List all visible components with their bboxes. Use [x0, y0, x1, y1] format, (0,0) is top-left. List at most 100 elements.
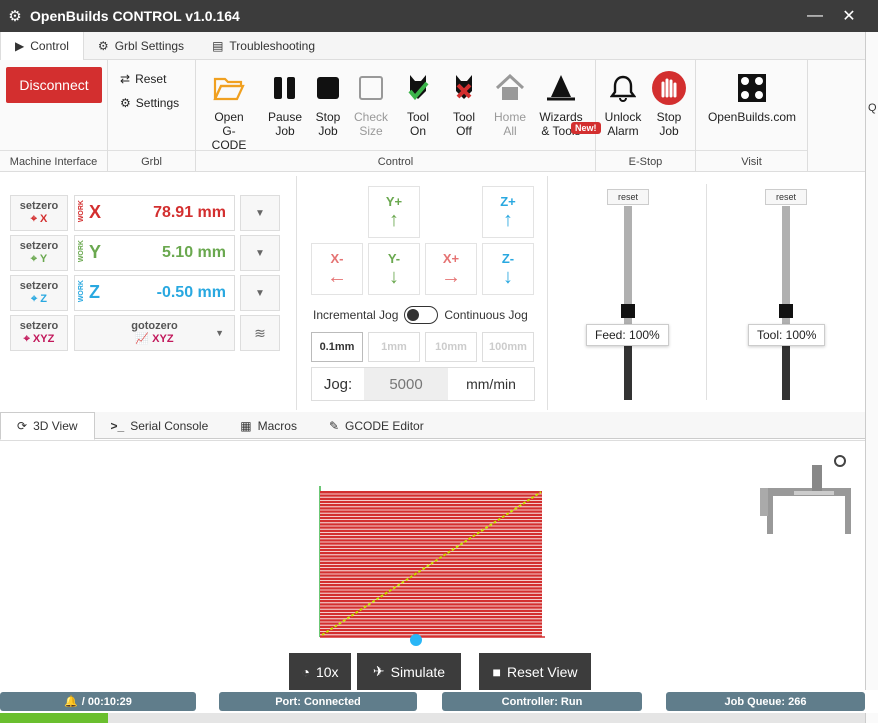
setzero-xyz-button[interactable]: setzero ⌖ XYZ — [10, 315, 68, 351]
side-panel-edge: Q — [865, 32, 878, 723]
tab-serial-console[interactable]: >_ Serial Console — [95, 412, 225, 439]
jog-label: Z- — [501, 251, 515, 266]
setzero-label: setzero — [19, 320, 59, 332]
document-icon: ▤ — [212, 39, 224, 53]
caret-down-icon: ▼ — [215, 328, 224, 338]
xyz-label: XYZ — [152, 333, 174, 345]
jog-yminus-button[interactable]: Y- ↓ — [368, 243, 420, 295]
caret-down-icon: ▼ — [255, 207, 265, 219]
setzero-z-button[interactable]: setzero ⌖ Z — [10, 275, 68, 311]
arrow-left-icon: ← — [327, 266, 347, 288]
pause-icon — [262, 70, 308, 106]
gotozero-button[interactable]: gotozero 📈 XYZ ▼ — [74, 315, 235, 351]
toolpath-canvas — [319, 486, 545, 646]
crosshair-icon: ⌖ — [23, 333, 30, 345]
layers-icon: ≋ — [254, 324, 266, 341]
disconnect-button[interactable]: Disconnect — [6, 67, 102, 103]
tool-on-icon — [395, 70, 441, 106]
group-label: Grbl — [108, 150, 195, 172]
tab-macros[interactable]: ▦ Macros — [224, 412, 313, 439]
z-value: -0.50 mm — [156, 284, 226, 301]
check-size-button[interactable]: Check Size — [348, 70, 394, 138]
jog-xminus-button[interactable]: X- ← — [311, 243, 363, 295]
group-visit: OpenBuilds.com Visit — [696, 60, 808, 172]
button-label: Open G-CODE — [211, 110, 247, 152]
tab-label: Serial Console — [130, 418, 209, 433]
reset-button[interactable]: ⇄ Reset — [120, 72, 166, 86]
folder-open-icon — [206, 70, 252, 106]
button-label: Stop Job — [656, 110, 682, 138]
group-control: Open G-CODE Pause Job Stop Job Check Siz… — [196, 60, 596, 172]
axis-letter: Y — [39, 253, 48, 265]
setzero-x-button[interactable]: setzero ⌖ X — [10, 195, 68, 231]
pause-job-button[interactable]: Pause Job — [262, 70, 308, 138]
setzero-label: setzero — [19, 280, 59, 292]
jog-zplus-button[interactable]: Z+ ↑ — [482, 186, 534, 238]
button-label: Unlock Alarm — [604, 110, 642, 138]
reset-view-button[interactable]: ■ Reset View — [479, 653, 591, 690]
swap-icon: ⇄ — [120, 72, 131, 86]
axis-letter: X — [39, 213, 48, 225]
view-tabs: ⟳ 3D View >_ Serial Console ▦ Macros ✎ GCODE… — [0, 412, 865, 440]
caret-down-icon: ▼ — [255, 247, 265, 259]
speed-button[interactable]: ◔ 10x — [289, 653, 351, 690]
tab-label: Macros — [257, 418, 297, 433]
machine-gear-icon[interactable] — [752, 455, 856, 535]
tab-label: GCODE Editor — [345, 418, 424, 433]
tab-control[interactable]: ▶ Control — [0, 32, 84, 60]
openbuilds-link[interactable]: OpenBuilds.com — [704, 70, 800, 124]
step-10mm-button[interactable]: 10mm — [425, 332, 477, 362]
side-panel-text: Q — [868, 102, 877, 114]
home-all-button[interactable]: Home All — [487, 70, 533, 138]
jog-zminus-button[interactable]: Z- ↓ — [482, 243, 534, 295]
open-gcode-button[interactable]: Open G-CODE — [206, 70, 252, 152]
timer-status: 🔔/ 00:10:29 — [0, 692, 196, 711]
button-label: OpenBuilds.com — [707, 110, 797, 124]
x-dropdown-button[interactable]: ▼ — [240, 195, 280, 231]
tab-troubleshooting[interactable]: ▤ Troubleshooting — [198, 32, 329, 60]
tab-gcode-editor[interactable]: ✎ GCODE Editor — [313, 412, 440, 439]
simulate-button[interactable]: ✈ Simulate — [357, 653, 461, 690]
tool-off-button[interactable]: Tool Off — [441, 70, 487, 138]
arrow-down-icon: ↓ — [503, 266, 513, 288]
y-dropdown-button[interactable]: ▼ — [240, 235, 280, 271]
unlock-alarm-button[interactable]: Unlock Alarm — [600, 70, 646, 138]
cube-rotate-icon: ⟳ — [17, 419, 28, 433]
settings-button[interactable]: ⚙ Settings — [120, 96, 179, 110]
step-0-1mm-button[interactable]: 0.1mm — [311, 332, 363, 362]
close-button[interactable]: ✕ — [834, 0, 864, 32]
tab-label: Control — [30, 39, 69, 53]
tab-grbl-settings[interactable]: ⚙ Grbl Settings — [84, 32, 198, 60]
layers-button[interactable]: ≋ — [240, 315, 280, 351]
jog-feed-input[interactable]: 5000 — [364, 368, 448, 400]
step-100mm-button[interactable]: 100mm — [482, 332, 534, 362]
tool-slider-handle[interactable] — [779, 304, 793, 318]
tab-3d-view[interactable]: ⟳ 3D View — [0, 412, 95, 440]
jog-panel: Y+ ↑ Z+ ↑ X- ← Y- ↓ X+ → Z- ↓ Incremental Jog … — [296, 176, 548, 410]
setzero-y-button[interactable]: setzero ⌖ Y — [10, 235, 68, 271]
status-bar: 🔔/ 00:10:29 Port: Connected Controller: … — [0, 690, 878, 713]
feed-slider-handle[interactable] — [621, 304, 635, 318]
minimize-button[interactable]: — — [800, 0, 830, 32]
axis-label: Y — [89, 242, 102, 262]
jog-mode-toggle[interactable] — [404, 306, 439, 324]
incremental-label: Incremental Jog — [313, 308, 399, 322]
z-dropdown-button[interactable]: ▼ — [240, 275, 280, 311]
3d-viewport[interactable]: ◔ 10x ✈ Simulate ■ Reset View — [0, 440, 865, 690]
crosshair-icon: ⌖ — [30, 213, 37, 225]
tool-reset-button[interactable]: reset — [765, 189, 807, 205]
app-logo-icon: ⚙ — [8, 8, 22, 25]
jog-xplus-button[interactable]: X+ → — [425, 243, 477, 295]
button-label: Stop Job — [315, 110, 341, 138]
step-1mm-button[interactable]: 1mm — [368, 332, 420, 362]
jog-yplus-button[interactable]: Y+ ↑ — [368, 186, 420, 238]
setzero-label: setzero — [19, 200, 59, 212]
estop-stop-job-button[interactable]: Stop Job — [646, 70, 692, 138]
group-estop: Unlock Alarm Stop Job E-Stop — [596, 60, 696, 172]
bell-icon — [600, 70, 646, 106]
tool-on-button[interactable]: Tool On — [395, 70, 441, 138]
feed-reset-button[interactable]: reset — [607, 189, 649, 205]
stop-job-button[interactable]: Stop Job — [305, 70, 351, 138]
bell-icon: 🔔 — [64, 696, 78, 708]
axis-label: Z — [89, 282, 100, 302]
